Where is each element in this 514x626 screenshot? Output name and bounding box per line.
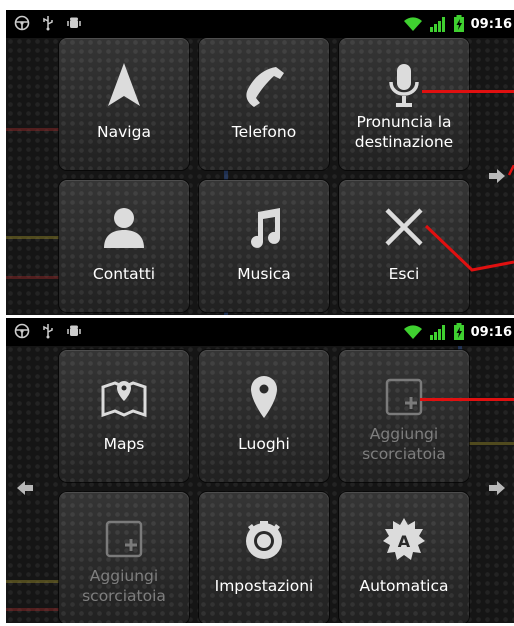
annotation-line <box>508 165 514 176</box>
maps-icon <box>101 381 147 417</box>
musica-button[interactable]: Musica <box>199 180 329 312</box>
previous-page-arrow-icon[interactable] <box>16 480 34 496</box>
tile-label: Naviga <box>97 123 151 141</box>
usb-icon <box>43 16 53 31</box>
contatti-button[interactable]: Contatti <box>59 180 189 312</box>
usb-icon <box>43 324 53 339</box>
automatica-button[interactable]: A Automatica <box>339 492 469 623</box>
steering-wheel-icon <box>14 15 30 31</box>
wifi-icon <box>403 17 422 31</box>
svg-text:A: A <box>398 532 411 551</box>
android-debug-icon <box>67 325 81 336</box>
maps-button[interactable]: Maps <box>59 350 189 482</box>
clock: 09:16 <box>470 16 512 32</box>
battery-icon <box>453 15 464 32</box>
close-x-icon <box>385 208 423 246</box>
navigation-arrow-icon <box>108 63 140 106</box>
auto-mode-icon: A <box>383 518 425 560</box>
signal-icon <box>429 17 445 32</box>
tile-label: Pronuncia la destinazione <box>354 113 454 151</box>
luoghi-button[interactable]: Luoghi <box>199 350 329 482</box>
android-debug-icon <box>67 17 81 28</box>
tile-label: Luoghi <box>238 435 290 453</box>
tile-label: Aggiungi scorciatoia <box>362 425 446 463</box>
signal-icon <box>429 325 445 340</box>
tile-label: Maps <box>103 435 145 453</box>
annotation-line <box>424 224 514 272</box>
music-note-icon <box>251 208 280 248</box>
telefono-button[interactable]: Telefono <box>199 38 329 170</box>
tile-label: Musica <box>237 265 291 283</box>
tile-label: Contatti <box>92 265 156 283</box>
microphone-icon <box>389 64 419 107</box>
annotation-line <box>422 90 514 93</box>
next-page-arrow-icon[interactable] <box>488 480 506 496</box>
tile-label: Telefono <box>231 123 297 141</box>
status-bar: 09:16 <box>6 318 514 346</box>
car-home-screen-1: 09:16 Naviga Telefono Pronuncia la desti… <box>6 10 514 315</box>
car-home-screen-2: 09:16 Maps Luoghi Aggiungi scorciatoia A… <box>6 318 514 623</box>
add-shortcut-icon <box>385 378 423 416</box>
place-pin-icon <box>251 376 277 418</box>
tile-label: Impostazioni <box>214 577 314 595</box>
contact-person-icon <box>104 208 144 248</box>
phone-icon <box>246 67 284 107</box>
clock: 09:16 <box>470 324 512 340</box>
status-bar: 09:16 <box>6 10 514 38</box>
steering-wheel-icon <box>14 323 30 339</box>
tile-label: Automatica <box>359 577 449 595</box>
aggiungi-scorciatoia-button[interactable]: Aggiungi scorciatoia <box>339 350 469 482</box>
wifi-icon <box>403 325 422 339</box>
tile-label: Aggiungi scorciatoia <box>82 567 166 605</box>
naviga-button[interactable]: Naviga <box>59 38 189 170</box>
next-page-arrow-icon[interactable] <box>488 168 506 184</box>
pronuncia-destinazione-button[interactable]: Pronuncia la destinazione <box>339 38 469 170</box>
aggiungi-scorciatoia-button[interactable]: Aggiungi scorciatoia <box>59 492 189 623</box>
annotation-line <box>420 398 514 401</box>
impostazioni-button[interactable]: Impostazioni <box>199 492 329 623</box>
settings-dial-icon <box>246 521 282 559</box>
battery-icon <box>453 323 464 340</box>
add-shortcut-icon <box>105 520 143 558</box>
